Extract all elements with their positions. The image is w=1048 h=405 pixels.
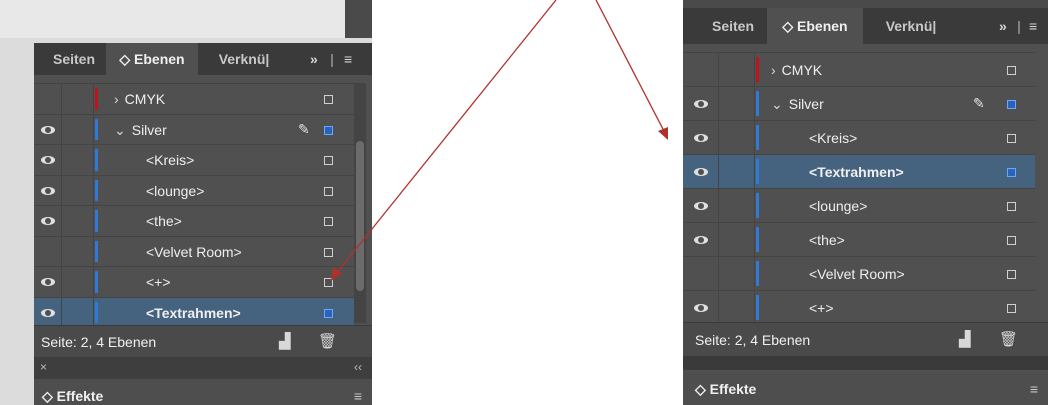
annotation-arrows bbox=[331, 0, 668, 281]
arrow-line-to-box bbox=[334, 0, 557, 276]
arrow-line-to-right-panel bbox=[595, 0, 665, 132]
